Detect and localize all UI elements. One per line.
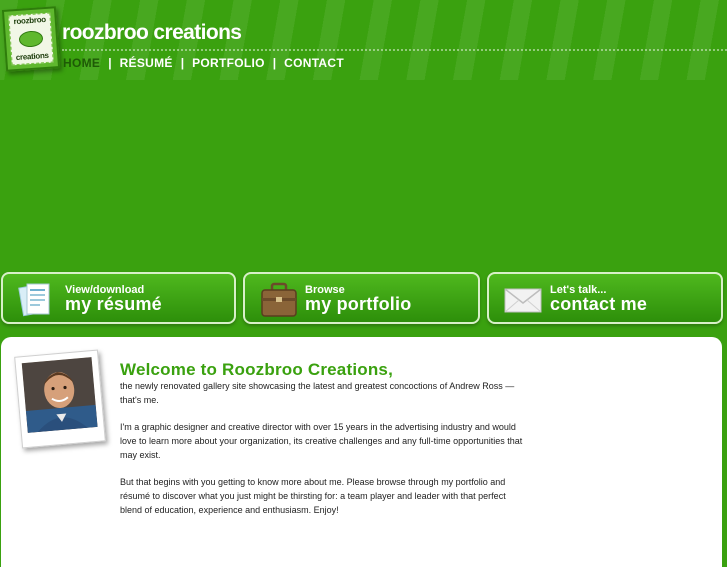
- nav-separator: |: [108, 56, 112, 70]
- logo-text-line2: creations: [15, 50, 49, 63]
- portfolio-button-label: my portfolio: [305, 294, 412, 314]
- welcome-heading: Welcome to Roozbroo Creations,: [120, 360, 393, 379]
- profile-photo-image: [21, 357, 98, 433]
- nav-separator: |: [180, 56, 185, 70]
- nav-resume[interactable]: RÉSUMÉ: [120, 56, 173, 70]
- nav-separator: |: [272, 56, 277, 70]
- contact-button[interactable]: Let's talk... contact me: [487, 272, 723, 324]
- header: roozbroo creations roozbroo creations HO…: [0, 0, 727, 80]
- site-title: roozbroo creations: [62, 21, 242, 44]
- documents-icon: [18, 283, 50, 317]
- profile-photo: [14, 349, 106, 449]
- nav-contact[interactable]: CONTACT: [284, 56, 344, 70]
- nav-portfolio[interactable]: PORTFOLIO: [192, 56, 265, 70]
- intro-paragraph: I'm a graphic designer and creative dire…: [120, 422, 523, 460]
- nav-home[interactable]: HOME: [63, 56, 100, 70]
- logo-frog-icon: [18, 30, 44, 48]
- intro-paragraph: the newly renovated gallery site showcas…: [120, 381, 515, 405]
- resume-button[interactable]: View/download my résumé: [1, 272, 236, 324]
- portfolio-button[interactable]: Browse my portfolio: [243, 272, 480, 324]
- site-logo[interactable]: roozbroo creations: [1, 6, 61, 72]
- envelope-icon: [504, 288, 542, 313]
- briefcase-icon: [261, 282, 297, 317]
- person-portrait-icon: [21, 357, 98, 433]
- logo-text-line1: roozbroo: [13, 14, 47, 27]
- contact-button-label: contact me: [550, 294, 648, 314]
- intro-paragraph: But that begins with you getting to know…: [120, 477, 506, 515]
- resume-button-label: my résumé: [65, 294, 162, 314]
- title-divider: [62, 49, 727, 51]
- intro-copy: the newly renovated gallery site showcas…: [120, 379, 525, 530]
- main-nav: HOME | RÉSUMÉ | PORTFOLIO | CONTACT: [63, 56, 344, 70]
- logo-badge: roozbroo creations: [8, 12, 54, 66]
